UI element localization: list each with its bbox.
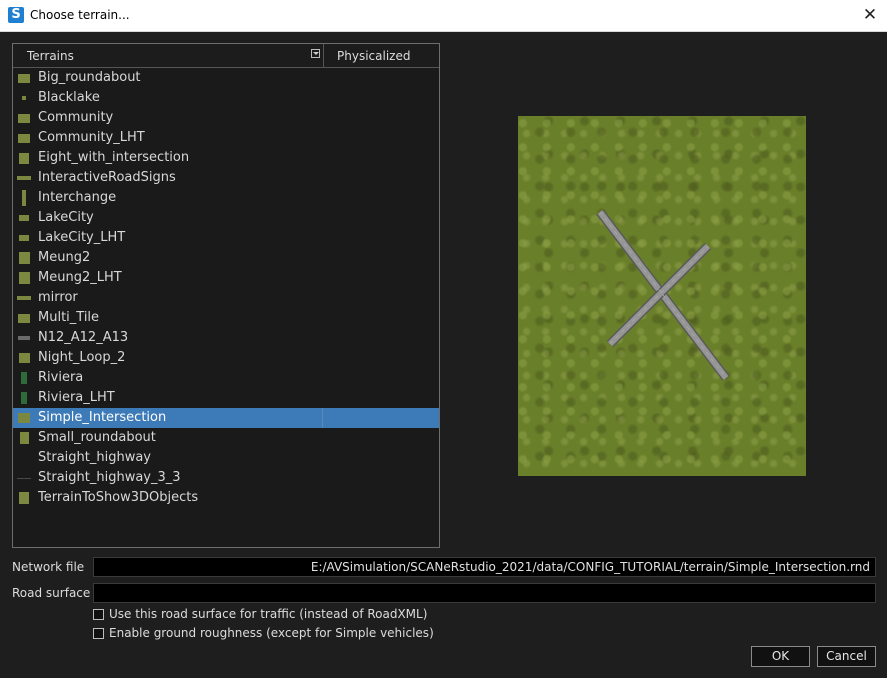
terrain-row-label: InteractiveRoadSigns <box>38 170 176 185</box>
terrain-thumbnail-icon <box>18 133 30 143</box>
terrain-preview-image <box>518 116 806 476</box>
terrain-row[interactable]: Riviera_LHT <box>13 388 439 408</box>
terrain-thumbnail-icon <box>19 215 29 221</box>
terrain-thumbnail-icon <box>17 296 31 300</box>
terrain-row[interactable]: LakeCity_LHT <box>13 228 439 248</box>
terrain-thumbnail-icon <box>18 413 30 423</box>
terrain-thumbnail-icon <box>19 235 29 241</box>
terrain-thumbnail-icon <box>18 336 30 340</box>
road-surface-label: Road surface <box>12 586 91 600</box>
terrain-row[interactable]: Simple_Intersection <box>13 408 439 428</box>
terrain-thumbnail-icon <box>19 152 29 164</box>
window-title: Choose terrain... <box>30 8 130 22</box>
terrain-row[interactable]: Straight_highway_3_3 <box>13 468 439 488</box>
use-for-traffic-checkbox[interactable] <box>93 609 104 620</box>
row-column-divider <box>322 408 323 428</box>
terrain-row[interactable]: Interchange <box>13 188 439 208</box>
cancel-button[interactable]: Cancel <box>817 646 876 667</box>
column-divider[interactable] <box>323 44 324 67</box>
terrain-row[interactable]: Community <box>13 108 439 128</box>
terrain-row[interactable]: Meung2 <box>13 248 439 268</box>
terrain-row-label: Community_LHT <box>38 130 145 145</box>
terrain-thumbnail-icon <box>18 313 30 323</box>
terrain-row[interactable]: TerrainToShow3DObjects <box>13 488 439 508</box>
terrain-row[interactable]: Eight_with_intersection <box>13 148 439 168</box>
terrain-row-label: Community <box>38 110 114 125</box>
terrain-thumbnail-icon <box>21 392 27 404</box>
terrain-row[interactable]: Blacklake <box>13 88 439 108</box>
terrain-row[interactable]: InteractiveRoadSigns <box>13 168 439 188</box>
terrain-row-label: mirror <box>38 290 78 305</box>
terrain-thumbnail-icon <box>18 113 30 123</box>
app-logo-icon: S <box>8 7 24 23</box>
terrain-row-label: Simple_Intersection <box>38 410 167 425</box>
terrain-list: Terrains Physicalized Big_roundabout Blac… <box>12 43 440 548</box>
terrain-thumbnail-icon <box>21 372 27 384</box>
terrain-row-label: Big_roundabout <box>38 70 141 85</box>
terrain-thumbnail-icon <box>22 190 26 206</box>
terrain-thumbnail-icon <box>18 272 30 284</box>
terrain-row[interactable]: N12_A12_A13 <box>13 328 439 348</box>
terrain-row-label: Blacklake <box>38 90 100 105</box>
ground-roughness-label[interactable]: Enable ground roughness (except for Simp… <box>109 626 434 640</box>
ok-button[interactable]: OK <box>751 646 810 667</box>
terrain-row[interactable]: Straight_highway <box>13 448 439 468</box>
terrain-row[interactable]: Big_roundabout <box>13 68 439 88</box>
network-file-label: Network file <box>12 560 85 574</box>
terrain-thumbnail-icon <box>17 176 31 180</box>
title-bar: S Choose terrain... ✕ <box>0 0 887 32</box>
road-intersection-icon <box>596 209 730 381</box>
terrain-row-label: Small_roundabout <box>38 430 156 445</box>
sort-dropdown-icon[interactable] <box>311 49 320 58</box>
terrain-row[interactable]: LakeCity <box>13 208 439 228</box>
column-header-physicalized[interactable]: Physicalized <box>337 49 410 63</box>
terrain-row[interactable]: Multi_Tile <box>13 308 439 328</box>
terrain-row-label: Multi_Tile <box>38 310 100 325</box>
terrain-row-label: LakeCity_LHT <box>38 230 126 245</box>
close-icon[interactable]: ✕ <box>853 0 887 31</box>
terrain-row-label: N12_A12_A13 <box>38 330 129 345</box>
terrain-row-label: Riviera_LHT <box>38 390 115 405</box>
terrain-row-label: Eight_with_intersection <box>38 150 190 165</box>
road-surface-input[interactable] <box>93 583 876 603</box>
terrain-row[interactable]: mirror <box>13 288 439 308</box>
terrain-row[interactable]: Meung2_LHT <box>13 268 439 288</box>
terrain-row-label: Meung2 <box>38 250 91 265</box>
terrain-row-label: Straight_highway <box>38 450 151 465</box>
network-file-input[interactable] <box>93 557 876 577</box>
terrain-thumbnail-icon <box>19 492 29 504</box>
terrain-row-label: TerrainToShow3DObjects <box>38 490 199 505</box>
terrain-row-label: Riviera <box>38 370 84 385</box>
terrain-row[interactable]: Community_LHT <box>13 128 439 148</box>
terrain-row[interactable]: Small_roundabout <box>13 428 439 448</box>
terrain-row-label: Night_Loop_2 <box>38 350 126 365</box>
terrain-row[interactable]: Night_Loop_2 <box>13 348 439 368</box>
terrain-list-header: Terrains Physicalized <box>13 44 439 68</box>
terrain-thumbnail-icon <box>17 477 31 479</box>
use-for-traffic-label[interactable]: Use this road surface for traffic (inste… <box>109 607 427 621</box>
terrain-row-label: Meung2_LHT <box>38 270 122 285</box>
terrain-row[interactable]: Riviera <box>13 368 439 388</box>
terrain-thumbnail-icon <box>18 73 30 83</box>
terrain-thumbnail-icon <box>18 353 30 363</box>
terrain-row-label: Interchange <box>38 190 117 205</box>
terrain-rows: Big_roundabout Blacklake Community Communit… <box>13 68 439 508</box>
terrain-thumbnail-icon <box>22 96 26 100</box>
ground-roughness-checkbox[interactable] <box>93 628 104 639</box>
terrain-thumbnail-icon <box>18 252 30 264</box>
terrain-thumbnail-icon <box>19 432 29 444</box>
terrain-row-label: Straight_highway_3_3 <box>38 470 181 485</box>
column-header-terrains[interactable]: Terrains <box>27 49 74 63</box>
terrain-row-label: LakeCity <box>38 210 94 225</box>
